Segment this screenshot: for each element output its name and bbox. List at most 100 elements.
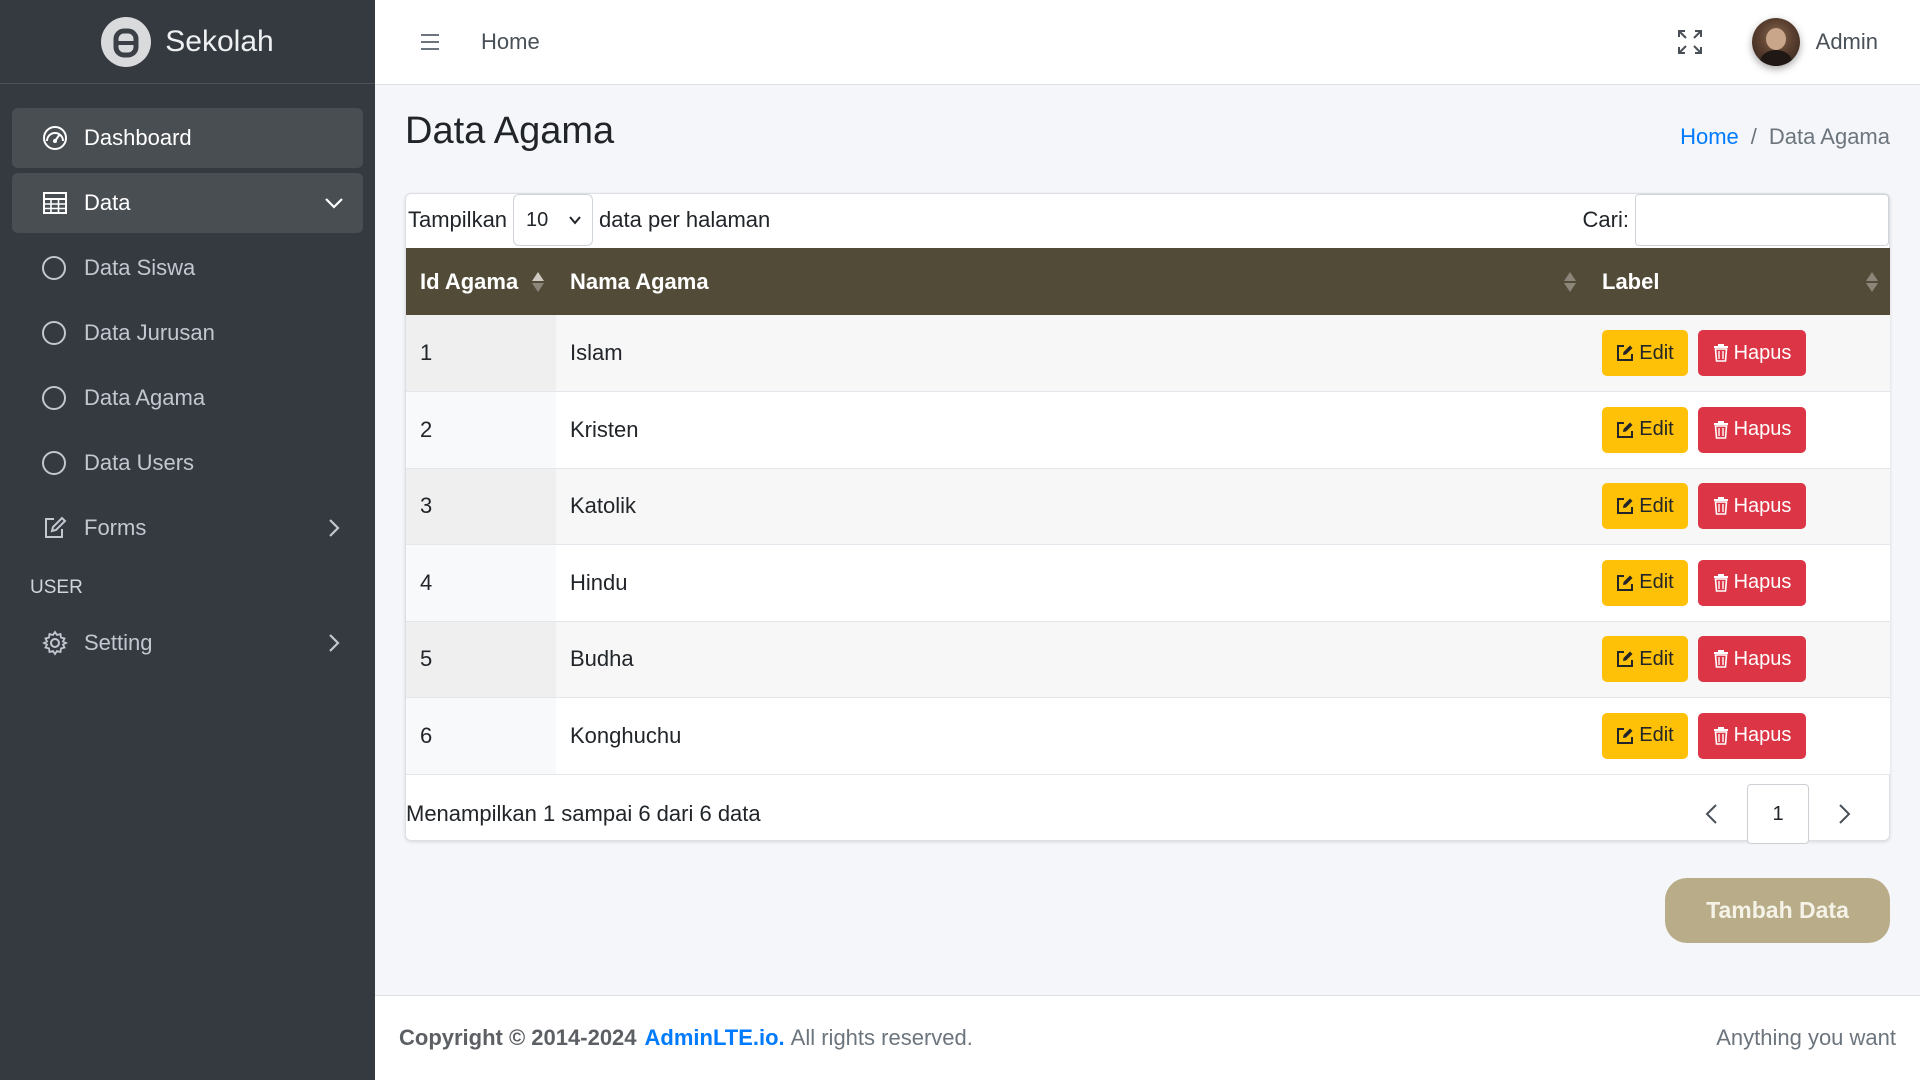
edit-icon xyxy=(1617,498,1634,515)
sidebar-item-label: Forms xyxy=(84,515,147,540)
edit-button[interactable]: Edit xyxy=(1602,636,1688,683)
breadcrumb-home-link[interactable]: Home xyxy=(1680,124,1739,150)
data-table-card: Tampilkan 10 data per halaman Cari: Id A… xyxy=(405,193,1890,844)
next-page-icon[interactable] xyxy=(1809,784,1879,844)
sidebar-header-user: USER xyxy=(30,577,83,598)
edit-button[interactable]: Edit xyxy=(1602,712,1688,759)
table-info: Menampilkan 1 sampai 6 dari 6 data xyxy=(406,801,761,826)
length-prefix: Tampilkan xyxy=(408,207,508,232)
search-input[interactable] xyxy=(1635,194,1889,246)
page-button-current[interactable]: 1 xyxy=(1747,784,1809,844)
cell-id: 3 xyxy=(406,468,556,545)
sidebar-item-data-users[interactable]: Data Users xyxy=(12,433,363,493)
trash-icon xyxy=(1713,344,1728,362)
sidebar-item-label: Data Siswa xyxy=(84,255,196,280)
page-title: Data Agama xyxy=(405,110,615,152)
edit-label: Edit xyxy=(1639,494,1674,517)
topbar-home-link[interactable]: Home xyxy=(481,29,540,55)
sidebar-item-dashboard[interactable]: Dashboard xyxy=(12,108,363,168)
delete-button[interactable]: Hapus xyxy=(1698,712,1806,759)
delete-label: Hapus xyxy=(1733,341,1792,364)
chevron-right-icon xyxy=(323,517,345,539)
edit-button[interactable]: Edit xyxy=(1602,483,1688,530)
edit-label: Edit xyxy=(1639,647,1674,670)
table-row: 5 Budha Edit Hapus xyxy=(406,621,1890,698)
delete-label: Hapus xyxy=(1733,724,1792,747)
circle-icon xyxy=(42,256,66,280)
sidebar-item-label: Data Users xyxy=(84,450,195,475)
edit-button[interactable]: Edit xyxy=(1602,406,1688,453)
edit-icon xyxy=(1617,421,1634,438)
sidebar-item-forms[interactable]: Forms xyxy=(12,498,363,558)
menu-toggle-icon[interactable] xyxy=(421,34,439,50)
previous-page-icon[interactable] xyxy=(1677,784,1747,844)
delete-button[interactable]: Hapus xyxy=(1698,483,1806,530)
brand[interactable]: Sekolah xyxy=(0,0,375,84)
column-header-id[interactable]: Id Agama xyxy=(406,248,556,315)
table-row: 1 Islam Edit Hapus xyxy=(406,315,1890,392)
search-label: Cari: xyxy=(1582,207,1629,232)
column-header-nama[interactable]: Nama Agama xyxy=(556,248,1588,315)
page-length-select[interactable]: 10 xyxy=(513,194,594,246)
edit-icon xyxy=(1617,574,1634,591)
cell-actions: Edit Hapus xyxy=(1588,392,1890,469)
edit-icon xyxy=(42,515,68,541)
sidebar-item-setting[interactable]: Setting xyxy=(12,613,363,673)
edit-icon xyxy=(1617,345,1634,361)
delete-button[interactable]: Hapus xyxy=(1698,559,1806,606)
cell-id: 1 xyxy=(406,315,556,392)
delete-button[interactable]: Hapus xyxy=(1698,330,1806,376)
cell-nama: Kristen xyxy=(570,416,639,442)
fullscreen-icon[interactable] xyxy=(1676,28,1704,56)
table-row: 3 Katolik Edit Hapus xyxy=(406,468,1890,545)
cell-nama: Budha xyxy=(570,646,634,672)
sidebar-item-data-siswa[interactable]: Data Siswa xyxy=(12,238,363,298)
trash-icon xyxy=(1713,420,1728,439)
length-suffix: data per halaman xyxy=(599,207,771,232)
edit-button[interactable]: Edit xyxy=(1602,559,1688,606)
table-row: 2 Kristen Edit Hapus xyxy=(406,391,1890,469)
page-length-value: 10 xyxy=(526,208,549,231)
edit-icon xyxy=(1617,727,1634,744)
sidebar-item-data-jurusan[interactable]: Data Jurusan xyxy=(12,303,363,363)
breadcrumb-separator: / xyxy=(1750,124,1757,149)
delete-button[interactable]: Hapus xyxy=(1698,636,1806,683)
table-icon xyxy=(42,190,68,216)
table-row: 6 Konghuchu Edit Hapus xyxy=(406,697,1890,774)
breadcrumb: Home / Data Agama xyxy=(1680,124,1890,150)
brand-logo-icon xyxy=(101,16,152,67)
sidebar-item-data[interactable]: Data xyxy=(12,173,363,233)
sort-icon xyxy=(532,271,544,292)
sidebar: Sekolah Dashboard Data Data Siswa Data J… xyxy=(0,0,375,1080)
footer-rights: All rights reserved. xyxy=(790,1025,973,1050)
edit-button[interactable]: Edit xyxy=(1602,330,1688,376)
add-data-button[interactable]: Tambah Data xyxy=(1665,878,1890,943)
edit-label: Edit xyxy=(1639,571,1674,594)
sidebar-item-data-agama[interactable]: Data Agama xyxy=(12,368,363,428)
cell-actions: Edit Hapus xyxy=(1588,545,1890,622)
edit-icon xyxy=(1617,651,1634,668)
footer-copyright: Copyright © 2014-2024 xyxy=(399,1025,637,1050)
sidebar-item-label: Data Jurusan xyxy=(84,320,215,345)
table-body: 1 Islam Edit Hapus 2 Kristen Edit Hapus 3 Katolik… xyxy=(406,315,1890,774)
column-header-label: Nama Agama xyxy=(570,268,709,294)
sidebar-item-label: Setting xyxy=(84,630,153,655)
chevron-down-icon xyxy=(323,192,345,214)
chevron-down-icon xyxy=(569,216,581,225)
edit-label: Edit xyxy=(1639,724,1674,747)
trash-icon xyxy=(1713,650,1728,669)
gear-icon xyxy=(42,630,68,656)
delete-button[interactable]: Hapus xyxy=(1698,406,1806,453)
table-row: 4 Hindu Edit Hapus xyxy=(406,544,1890,622)
sort-icon xyxy=(1564,271,1576,292)
delete-label: Hapus xyxy=(1733,494,1792,517)
user-name[interactable]: Admin xyxy=(1816,29,1878,55)
avatar[interactable] xyxy=(1751,18,1800,66)
column-header-label-col[interactable]: Label xyxy=(1588,248,1890,315)
footer-adminlte-link[interactable]: AdminLTE.io. xyxy=(645,1025,785,1051)
trash-icon xyxy=(1713,726,1728,745)
cell-id: 6 xyxy=(406,697,556,774)
sort-icon xyxy=(1866,271,1878,292)
cell-nama: Konghuchu xyxy=(570,722,682,748)
edit-label: Edit xyxy=(1639,418,1674,441)
